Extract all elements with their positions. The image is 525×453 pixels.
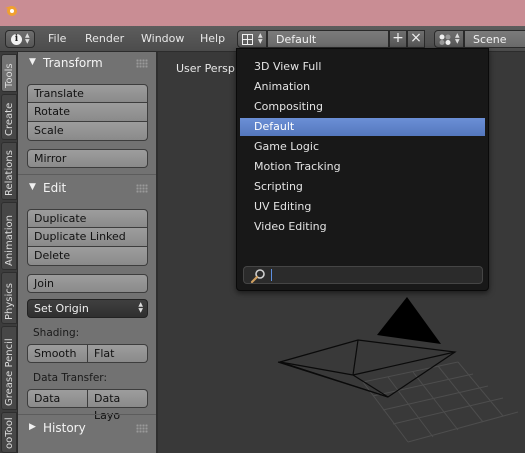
flat-button[interactable]: Flat [88, 344, 148, 363]
tab-relations[interactable]: Relations [1, 142, 17, 200]
layout-option-uv-editing[interactable]: UV Editing [240, 198, 485, 216]
tab-grease-pencil[interactable]: Grease Pencil [1, 326, 17, 410]
info-icon: i [11, 34, 22, 45]
updown-arrows-icon: ▲ ▼ [25, 32, 30, 45]
edit-panel-title: Edit [43, 181, 67, 195]
floor-grid [362, 361, 519, 443]
transform-panel-header[interactable]: ▼ Transform [18, 53, 156, 73]
history-panel-title: History [43, 421, 86, 435]
search-icon [250, 269, 265, 283]
add-layout-button[interactable]: + [389, 30, 407, 48]
layout-option-motion-tracking[interactable]: Motion Tracking [240, 158, 485, 176]
screen-layout-name-field[interactable]: Default [267, 30, 389, 48]
layout-option-game-logic[interactable]: Game Logic [240, 138, 485, 156]
text-caret [271, 269, 272, 281]
editor-type-selector[interactable]: i ▲ ▼ [5, 30, 35, 48]
menu-help[interactable]: Help [200, 32, 225, 45]
tab-ootool-label: ooTool [4, 417, 15, 449]
plus-icon: + [392, 30, 404, 46]
layout-option-compositing[interactable]: Compositing [240, 98, 485, 116]
duplicate-linked-button[interactable]: Duplicate Linked [27, 228, 148, 247]
layout-option-animation[interactable]: Animation [240, 78, 485, 96]
tool-shelf: ▼ Transform Translate Rotate Scale Mirro… [18, 52, 156, 453]
tab-tools-label: Tools [4, 63, 15, 88]
layout-option-3d-view-full[interactable]: 3D View Full [240, 58, 485, 76]
shading-label: Shading: [33, 327, 80, 339]
layout-search-input[interactable] [243, 266, 483, 284]
drag-grip-icon[interactable] [136, 424, 148, 433]
tab-animation[interactable]: Animation [1, 202, 17, 270]
set-origin-dropdown[interactable]: Set Origin ▲ ▼ [27, 299, 148, 318]
triangle-down-icon: ▼ [29, 57, 36, 67]
mirror-button[interactable]: Mirror [27, 149, 148, 168]
scene-name: Scene [473, 33, 507, 46]
screen-layout-menu: 3D View Full Animation Compositing Defau… [236, 48, 489, 291]
delete-button[interactable]: Delete [27, 247, 148, 266]
tab-physics[interactable]: Physics [1, 272, 17, 324]
layout-option-default[interactable]: Default [240, 118, 485, 136]
rotate-button[interactable]: Rotate [27, 103, 148, 122]
updown-arrows-icon: ▲ ▼ [455, 32, 460, 45]
smooth-button[interactable]: Smooth [27, 344, 88, 363]
screen-layout-browse-button[interactable]: ▲ ▼ [237, 30, 267, 48]
menu-file[interactable]: File [48, 32, 66, 45]
menu-window[interactable]: Window [141, 32, 184, 45]
tab-grease-pencil-label: Grease Pencil [4, 338, 15, 406]
scale-button[interactable]: Scale [27, 122, 148, 141]
panel-divider [18, 174, 156, 175]
history-panel-header[interactable]: ▶ History [18, 418, 156, 438]
edit-panel-header[interactable]: ▼ Edit [18, 178, 156, 198]
data-layout-button[interactable]: Data Layo [88, 389, 148, 422]
tab-relations-label: Relations [4, 150, 15, 196]
translate-button[interactable]: Translate [27, 84, 148, 103]
blender-app-icon [5, 6, 17, 16]
close-icon: × [410, 30, 422, 46]
transform-panel-title: Transform [43, 56, 103, 70]
scene-icon [439, 34, 451, 45]
window-title-bar [0, 0, 525, 26]
tab-create[interactable]: Create [1, 94, 17, 140]
tab-tools[interactable]: Tools [1, 54, 17, 92]
set-origin-label: Set Origin [34, 302, 89, 315]
scene-name-field[interactable]: Scene [464, 30, 525, 48]
duplicate-button[interactable]: Duplicate [27, 209, 148, 228]
drag-grip-icon[interactable] [136, 59, 148, 68]
delete-layout-button[interactable]: × [407, 30, 425, 48]
tab-ootool[interactable]: ooTool [1, 412, 17, 453]
camera-up-triangle [377, 297, 441, 344]
tool-shelf-tabs: Tools Create Relations Animation Physics… [0, 52, 18, 453]
triangle-right-icon: ▶ [29, 422, 36, 432]
data-transfer-label: Data Transfer: [33, 372, 107, 384]
updown-arrows-icon: ▲ ▼ [138, 301, 143, 314]
triangle-down-icon: ▼ [29, 182, 36, 192]
updown-arrows-icon: ▲ ▼ [258, 32, 263, 45]
screen-layout-name: Default [276, 33, 317, 46]
drag-grip-icon[interactable] [136, 184, 148, 193]
tab-animation-label: Animation [4, 215, 15, 266]
tab-create-label: Create [4, 102, 15, 136]
layout-option-scripting[interactable]: Scripting [240, 178, 485, 196]
menu-render[interactable]: Render [85, 32, 124, 45]
layout-grid-icon [242, 34, 253, 45]
scene-browse-button[interactable]: ▲ ▼ [434, 30, 464, 48]
join-button[interactable]: Join [27, 274, 148, 293]
panel-divider [18, 414, 156, 415]
layout-option-video-editing[interactable]: Video Editing [240, 218, 485, 236]
tab-physics-label: Physics [4, 283, 15, 320]
data-button[interactable]: Data [27, 389, 88, 408]
